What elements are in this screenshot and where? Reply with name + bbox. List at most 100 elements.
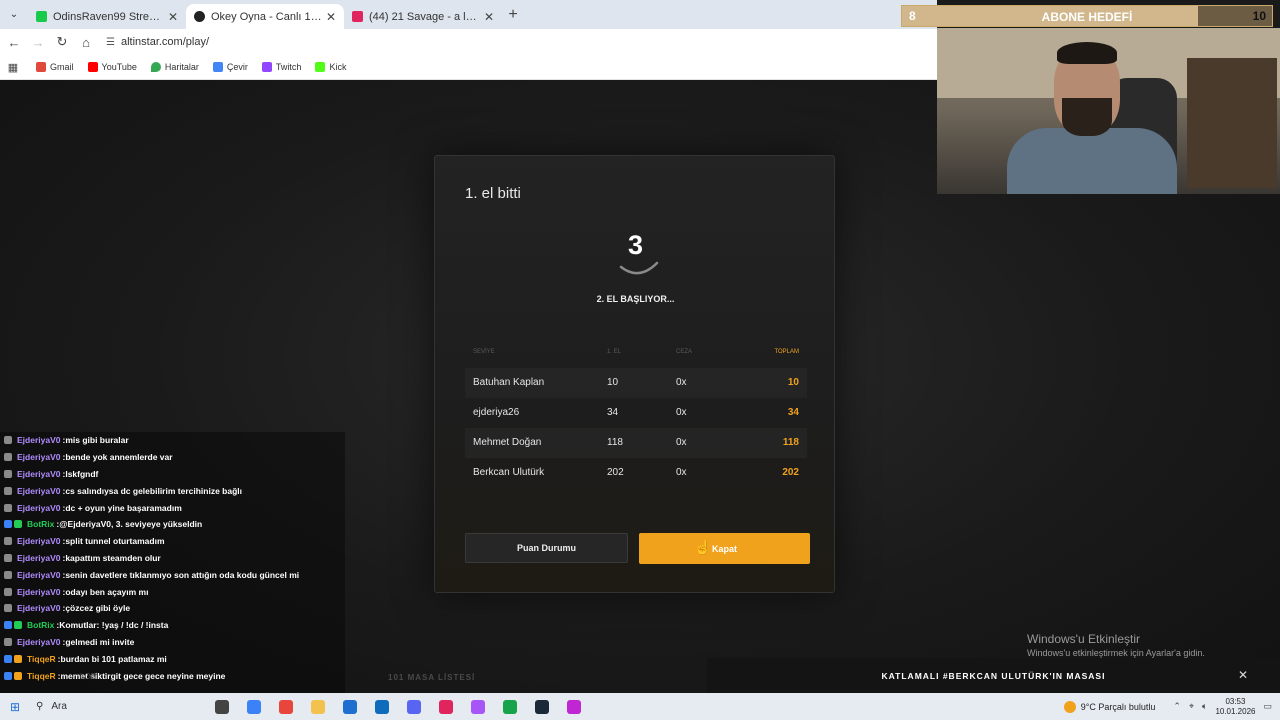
chat-username: EjderiyaV0 xyxy=(17,536,61,547)
tab-search-icon[interactable]: ⌄ xyxy=(0,0,28,29)
close-button[interactable]: Kapat xyxy=(639,533,810,564)
task-view-icon[interactable] xyxy=(210,699,234,715)
watermark-subtitle: Windows'u etkinleştirmek için Ayarlar'a … xyxy=(1027,648,1205,658)
chat-username: TiqqeR xyxy=(27,653,56,664)
chat-badges xyxy=(4,453,14,462)
system-tray: 9°C Parçalı bulutlu ⌃ ⌖ 🔈︎ 03:53 10.01.2… xyxy=(1063,693,1280,720)
okey-favicon-icon xyxy=(194,11,205,22)
lobby-tab[interactable]: LOBİ xyxy=(80,672,98,681)
tab-odinsraven[interactable]: OdinsRaven99 Stream - Watch ✕ xyxy=(28,4,186,29)
store-icon[interactable] xyxy=(338,699,362,715)
file-explorer-glyph-icon xyxy=(311,699,325,714)
tray-chevron-icon[interactable]: ⌃ xyxy=(1173,701,1181,712)
chat-username: EjderiyaV0 xyxy=(17,552,61,563)
translate-icon xyxy=(212,62,223,72)
taskbar-clock[interactable]: 03:53 10.01.2026 xyxy=(1215,697,1255,717)
chat-username: TiqqeR xyxy=(27,670,56,681)
tab-close-icon[interactable]: ✕ xyxy=(326,10,336,24)
maps-icon xyxy=(150,62,161,72)
kick-icon xyxy=(315,62,326,72)
bookmark-youtube[interactable]: YouTube xyxy=(87,62,137,72)
bookmark-translate[interactable]: Çevir xyxy=(212,62,248,72)
penalty: 0x xyxy=(676,377,687,388)
webcam-person-shirt xyxy=(1007,128,1177,194)
back-icon[interactable]: ← xyxy=(2,35,26,50)
home-icon[interactable]: ⌂ xyxy=(74,35,98,50)
windows-start-icon[interactable]: ⊞ xyxy=(0,700,30,714)
apps-grid-icon[interactable]: ▦ xyxy=(0,61,26,74)
search-label: Ara xyxy=(51,701,67,712)
chat-badges xyxy=(4,604,14,613)
chat-text: gelmedi mi invite xyxy=(65,636,135,647)
bookmark-label: Twitch xyxy=(275,62,302,72)
network-icon[interactable]: ⌖ xyxy=(1189,701,1194,712)
round1-score: 202 xyxy=(607,467,624,478)
notice-text: KATLAMALI #BERKCAN ULUTÜRK'IN MASASI xyxy=(881,670,1106,681)
chat-message: BotRix: @EjderiyaV0, 3. seviyeye yükseld… xyxy=(0,516,345,533)
chat-text: kapattım steamden olur xyxy=(65,552,161,563)
bookmark-kick[interactable]: Kick xyxy=(315,62,346,72)
chat-message: EjderiyaV0: odayı ben açayım mı xyxy=(0,583,345,600)
opera-icon[interactable] xyxy=(434,699,458,715)
messenger-icon[interactable] xyxy=(466,699,490,715)
chat-badge-icon xyxy=(4,486,12,495)
youtube-icon xyxy=(87,62,98,72)
weather-text: 9°C Parçalı bulutlu xyxy=(1080,701,1156,712)
outlook-icon[interactable] xyxy=(370,699,394,715)
chat-message: TiqqeR: burdan bi 101 patlamaz mi xyxy=(0,650,345,667)
new-tab-icon[interactable]: + xyxy=(502,6,524,24)
chat-badge-icon xyxy=(4,604,12,613)
chat-message: EjderiyaV0: kapattım steamden olur xyxy=(0,550,345,567)
volume-icon[interactable]: 🔈︎ xyxy=(1202,701,1207,712)
subscriber-goal-bar: 8 ABONE HEDEFİ 10 xyxy=(901,5,1273,27)
weather-widget[interactable]: 9°C Parçalı bulutlu xyxy=(1063,700,1156,713)
opera-glyph-icon xyxy=(439,699,453,714)
site-info-icon[interactable]: ☰ xyxy=(106,37,115,48)
chat-username: BotRix xyxy=(27,620,55,631)
table-list-tab[interactable]: 101 MASA LİSTESİ xyxy=(388,673,475,682)
chat-username: EjderiyaV0 xyxy=(17,586,61,597)
app-purple-icon[interactable] xyxy=(562,699,586,715)
bookmark-maps[interactable]: Haritalar xyxy=(150,62,199,72)
score-row: ejderiya26 34 0x 34 xyxy=(465,398,807,428)
steam-icon[interactable] xyxy=(530,699,554,715)
discord-glyph-icon xyxy=(407,699,421,714)
copilot-icon[interactable] xyxy=(242,699,266,715)
url-text: altinstar.com/play/ xyxy=(120,36,210,48)
forward-icon[interactable]: → xyxy=(26,35,50,50)
game-bottom-bar: 101 MASA LİSTESİ KATLAMALI #BERKCAN ULUT… xyxy=(345,658,1280,693)
chat-badge-icon xyxy=(4,503,12,512)
tab-okey-oyna[interactable]: Okey Oyna - Canlı 101 Okey ve ✕ xyxy=(186,4,344,29)
tab-close-icon[interactable]: ✕ xyxy=(168,10,178,24)
discord-icon[interactable] xyxy=(402,699,426,715)
bookmark-twitch[interactable]: Twitch xyxy=(261,62,302,72)
copilot-glyph-icon xyxy=(247,699,261,714)
notice-close-icon[interactable]: ✕ xyxy=(1238,668,1248,682)
tab-youtube[interactable]: (44) 21 Savage - a lot (Offic ✕ xyxy=(344,4,502,29)
chrome-icon[interactable] xyxy=(274,699,298,715)
app-green-icon[interactable] xyxy=(498,699,522,715)
clock-date: 10.01.2026 xyxy=(1215,706,1256,716)
penalty: 0x xyxy=(676,467,687,478)
taskbar-search[interactable]: ⚲ Ara xyxy=(30,701,210,712)
reload-icon[interactable]: ↻ xyxy=(50,34,74,50)
bookmark-gmail[interactable]: Gmail xyxy=(36,62,74,72)
tab-close-icon[interactable]: ✕ xyxy=(484,10,494,24)
url-field[interactable]: ☰ altinstar.com/play/ xyxy=(106,36,209,48)
chat-message: EjderiyaV0: senin davetlere tıklanmıyo s… xyxy=(0,566,345,583)
file-explorer-icon[interactable] xyxy=(306,699,330,715)
countdown-spinner-icon xyxy=(619,261,659,275)
score-row: Berkcan Ulutürk 202 0x 202 xyxy=(465,458,807,488)
chat-text: dc + oyun yine başaramadım xyxy=(65,502,182,513)
chat-badge-icon xyxy=(4,570,12,579)
chat-badge-icon xyxy=(14,621,22,630)
chat-text: @EjderiyaV0, 3. seviyeye yükseldin xyxy=(59,519,203,530)
notification-icon[interactable]: ▭ xyxy=(1263,701,1272,712)
goal-label: ABONE HEDEFİ xyxy=(1041,10,1133,24)
col-penalty: CEZA xyxy=(676,349,693,355)
bookmarks-bar: ▦ Gmail YouTube Haritalar Çevir Twitch K… xyxy=(0,55,937,80)
player-name: Batuhan Kaplan xyxy=(473,377,545,388)
chat-badges xyxy=(4,537,14,546)
score-status-button[interactable]: Puan Durumu xyxy=(465,533,628,563)
total-score: 10 xyxy=(787,377,799,388)
